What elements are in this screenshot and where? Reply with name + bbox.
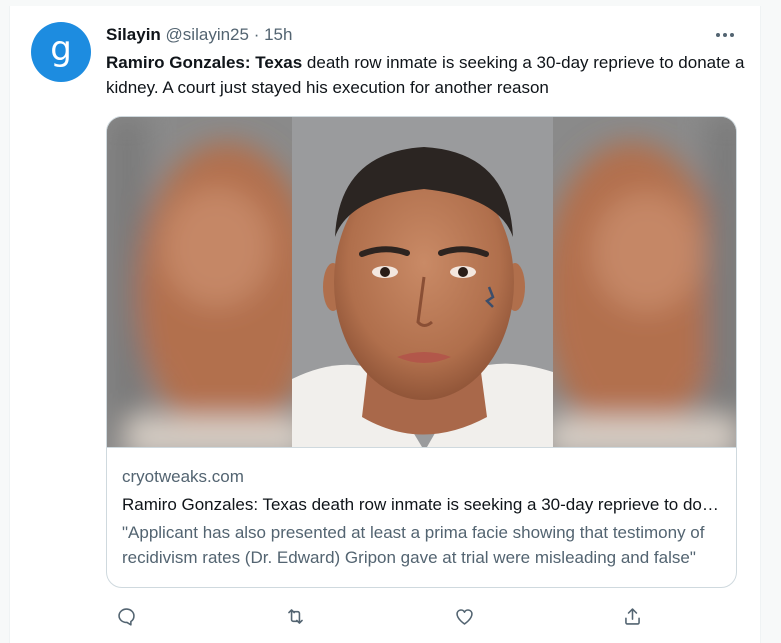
- retweet-arrows-icon: [287, 608, 303, 624]
- tweet-actions: [106, 602, 746, 630]
- mugshot-photo: [107, 117, 736, 447]
- speech-bubble-icon: [117, 607, 135, 626]
- share-arrow-icon: [624, 607, 640, 625]
- retweet-button[interactable]: [281, 602, 309, 630]
- timestamp[interactable]: 15h: [264, 25, 292, 44]
- avatar-letter: g: [50, 29, 72, 69]
- display-name[interactable]: Silayin: [106, 25, 161, 44]
- tweet[interactable]: g Silayin @silayin25 · 15h Ramiro Gonzal…: [9, 6, 761, 643]
- tweet-header: Silayin @silayin25 · 15h: [106, 24, 292, 46]
- share-button[interactable]: [618, 602, 646, 630]
- card-domain: cryotweaks.com: [122, 467, 244, 486]
- card-image[interactable]: [107, 117, 736, 447]
- like-button[interactable]: [450, 602, 478, 630]
- separator-dot: ·: [253, 25, 260, 44]
- card-body: cryotweaks.com Ramiro Gonzales: Texas de…: [107, 447, 736, 570]
- more-options-icon[interactable]: [710, 24, 740, 46]
- card-title: Ramiro Gonzales: Texas death row inmate …: [122, 495, 721, 514]
- tweet-text-bold: Ramiro Gonzales: Texas: [106, 53, 303, 72]
- avatar[interactable]: g: [31, 22, 91, 82]
- card-description: "Applicant has also presented at least a…: [122, 523, 705, 567]
- user-handle[interactable]: @silayin25: [166, 25, 249, 44]
- link-card[interactable]: cryotweaks.com Ramiro Gonzales: Texas de…: [106, 116, 737, 588]
- heart-icon: [455, 608, 473, 625]
- reply-button[interactable]: [112, 602, 140, 630]
- tweet-text: Ramiro Gonzales: Texas death row inmate …: [106, 50, 746, 100]
